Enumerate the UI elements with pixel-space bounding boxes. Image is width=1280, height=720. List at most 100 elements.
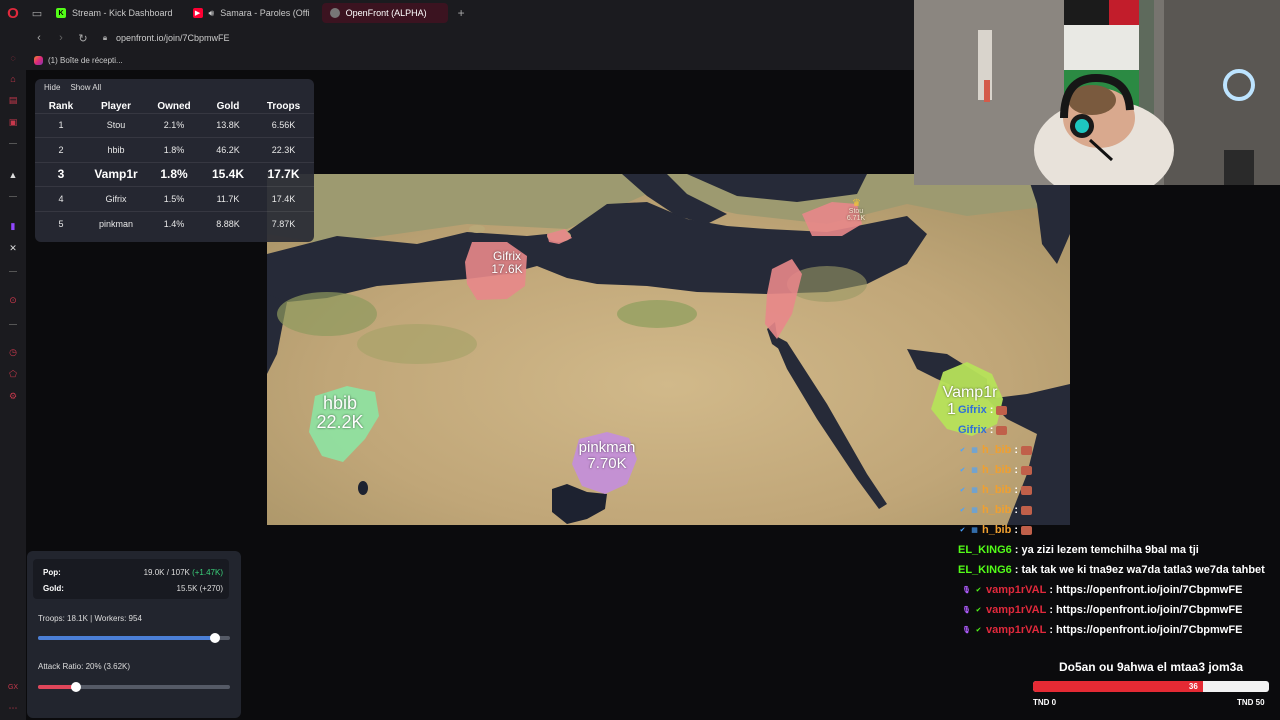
chat-username[interactable]: h_bib (982, 524, 1011, 536)
attack-ratio-slider[interactable] (38, 682, 230, 692)
opera-logo-icon[interactable]: O (0, 0, 26, 26)
chat-username[interactable]: vamp1rVAL (986, 584, 1046, 596)
table-row[interactable]: 5 pinkman 1.4% 8.88K 7.87K (35, 210, 314, 236)
chat-message: EL_KING6: ya zizi lezem temchilha 9bal m… (958, 540, 1199, 560)
donation-goal-min: TND 0 (1033, 698, 1057, 707)
chat-username[interactable]: Gifrix (958, 424, 987, 436)
chat-username[interactable]: EL_KING6 (958, 544, 1012, 556)
cell-owned: 1.8% (145, 137, 203, 162)
show-all-button[interactable]: Show All (70, 83, 101, 92)
webcam-overlay (914, 0, 1280, 185)
youtube-icon: ▶ (192, 8, 203, 18)
broadcaster-badge-icon: 🎙︎ (962, 586, 971, 594)
chat-text: : (989, 404, 994, 416)
gallery-icon[interactable]: ▤ (7, 94, 19, 106)
chat-message: 🎙︎ ✔ vamp1rVAL: https://openfront.io/join/… (962, 580, 1242, 600)
sidebar-divider (9, 196, 17, 197)
shopping-icon[interactable]: ⌂ (7, 73, 19, 85)
cell-rank: 3 (35, 161, 87, 187)
broadcaster-badge-icon: 🎙︎ (962, 626, 971, 634)
extensions-icon[interactable]: ⬠ (7, 368, 19, 380)
attack-slider-thumb[interactable] (71, 682, 82, 692)
pop-value-group: 19.0K / 107K (+1.47K) (144, 568, 223, 577)
world-map[interactable]: ♛ Gifrix 17.6K hbib 22.2K pinkman 7.70K … (267, 174, 1070, 525)
chat-username[interactable]: h_bib (982, 444, 1011, 456)
cell-owned: 1.8% (145, 161, 203, 187)
settings-icon[interactable]: ⚙ (7, 390, 19, 402)
workspace-icon[interactable]: ▭ (26, 0, 48, 26)
aria-icon[interactable]: ◌ (7, 52, 19, 64)
troops-ratio-slider[interactable] (38, 633, 230, 643)
grid-badge-icon: ▦ (971, 526, 978, 534)
chat-username[interactable]: vamp1rVAL (986, 624, 1046, 636)
player-icon[interactable]: ▣ (7, 116, 19, 128)
sword-badge-icon: ✔ (959, 506, 966, 514)
kick-sidebar-icon[interactable]: ▲ (7, 169, 19, 181)
pop-row: Pop: 19.0K / 107K (+1.47K) (43, 568, 223, 577)
chat-text: : https://openfront.io/join/7CbpmwFE (1049, 584, 1243, 596)
cell-troops: 17.7K (253, 161, 314, 187)
chat-message: ✔ ▦ h_bib: (958, 460, 1033, 480)
hide-button[interactable]: Hide (44, 83, 60, 92)
cell-player: pinkman (87, 210, 145, 236)
table-row[interactable]: 4 Gifrix 1.5% 11.7K 17.4K (35, 186, 314, 211)
chat-text: : (1014, 464, 1019, 476)
address-bar: ‹ › ↻ 🔒︎ openfront.io/join/7CbpmwFE (26, 26, 914, 50)
chat-username[interactable]: vamp1rVAL (986, 604, 1046, 616)
sidebar-divider (9, 143, 17, 144)
reload-icon[interactable]: ↻ (78, 32, 88, 45)
openfront-icon (329, 8, 340, 18)
troops-slider-thumb[interactable] (209, 633, 220, 643)
cell-gold: 13.8K (203, 112, 253, 138)
grid-badge-icon: ▦ (971, 466, 978, 474)
forward-icon[interactable]: › (56, 32, 66, 44)
chat-username[interactable]: EL_KING6 (958, 564, 1012, 576)
cell-rank: 1 (35, 112, 87, 138)
twitch-icon[interactable]: ▮ (7, 220, 19, 232)
x-icon[interactable]: ✕ (7, 242, 19, 254)
cell-gold: 8.88K (203, 210, 253, 236)
verified-badge-icon: ✔ (975, 606, 982, 614)
speaker-icon: 🔊︎ (208, 7, 215, 18)
attack-ratio-text: Attack Ratio: 20% (3.62K) (38, 662, 131, 671)
donation-goal-max: TND 50 (1237, 698, 1265, 707)
chat-message: 🎙︎ ✔ vamp1rVAL: https://openfront.io/join/… (962, 620, 1242, 640)
chat-text: : (989, 424, 994, 436)
territory-label-pinkman: pinkman 7.70K (567, 440, 647, 472)
cell-rank: 5 (35, 210, 87, 236)
chat-username[interactable]: h_bib (982, 504, 1011, 516)
broadcaster-badge-icon: 🎙︎ (962, 606, 971, 614)
emote-icon (1021, 525, 1033, 535)
gx-icon[interactable]: GX (7, 681, 19, 693)
back-icon[interactable]: ‹ (34, 32, 44, 44)
table-row[interactable]: 2 hbib 1.8% 46.2K 22.3K (35, 137, 314, 162)
table-row-current-player[interactable]: 3 Vamp1r 1.8% 15.4K 17.7K (35, 161, 314, 187)
chat-username[interactable]: Gifrix (958, 404, 987, 416)
tab-label: Stream - Kick Dashboard (72, 8, 173, 18)
table-row[interactable]: 1 Stou 2.1% 13.8K 6.56K (35, 112, 314, 138)
cell-owned: 1.4% (145, 210, 203, 236)
cell-player: Gifrix (87, 186, 145, 211)
new-tab-button[interactable]: + (452, 6, 471, 20)
chat-text: : (1014, 444, 1019, 456)
bookmark-inbox[interactable]: (1) Boîte de récepti... (48, 56, 123, 65)
emote-icon (1021, 445, 1033, 455)
sidebar-divider (9, 271, 17, 272)
tab-openfront[interactable]: OpenFront (ALPHA) (321, 3, 448, 23)
tab-label: Samara - Paroles (Offi (220, 8, 310, 18)
lock-icon: 🔒︎ (102, 33, 108, 42)
url-field[interactable]: openfront.io/join/7CbpmwFE (116, 33, 230, 43)
grid-badge-icon: ▦ (971, 486, 978, 494)
tab-samara-lyrics[interactable]: ▶ 🔊︎ Samara - Paroles (Offi (185, 3, 318, 23)
play-icon[interactable]: ⊙ (7, 294, 19, 306)
troops-workers-text: Troops: 18.1K | Workers: 954 (38, 614, 142, 623)
history-icon[interactable]: ◷ (7, 346, 19, 358)
column-header-owned: Owned (157, 101, 191, 113)
verified-badge-icon: ✔ (975, 586, 982, 594)
cell-troops: 7.87K (253, 210, 314, 236)
more-icon[interactable]: ⋯ (7, 702, 19, 714)
chat-username[interactable]: h_bib (982, 484, 1011, 496)
tab-kick-dashboard[interactable]: K Stream - Kick Dashboard (48, 3, 181, 23)
chat-username[interactable]: h_bib (982, 464, 1011, 476)
bookmarks-bar: (1) Boîte de récepti... (26, 50, 914, 70)
